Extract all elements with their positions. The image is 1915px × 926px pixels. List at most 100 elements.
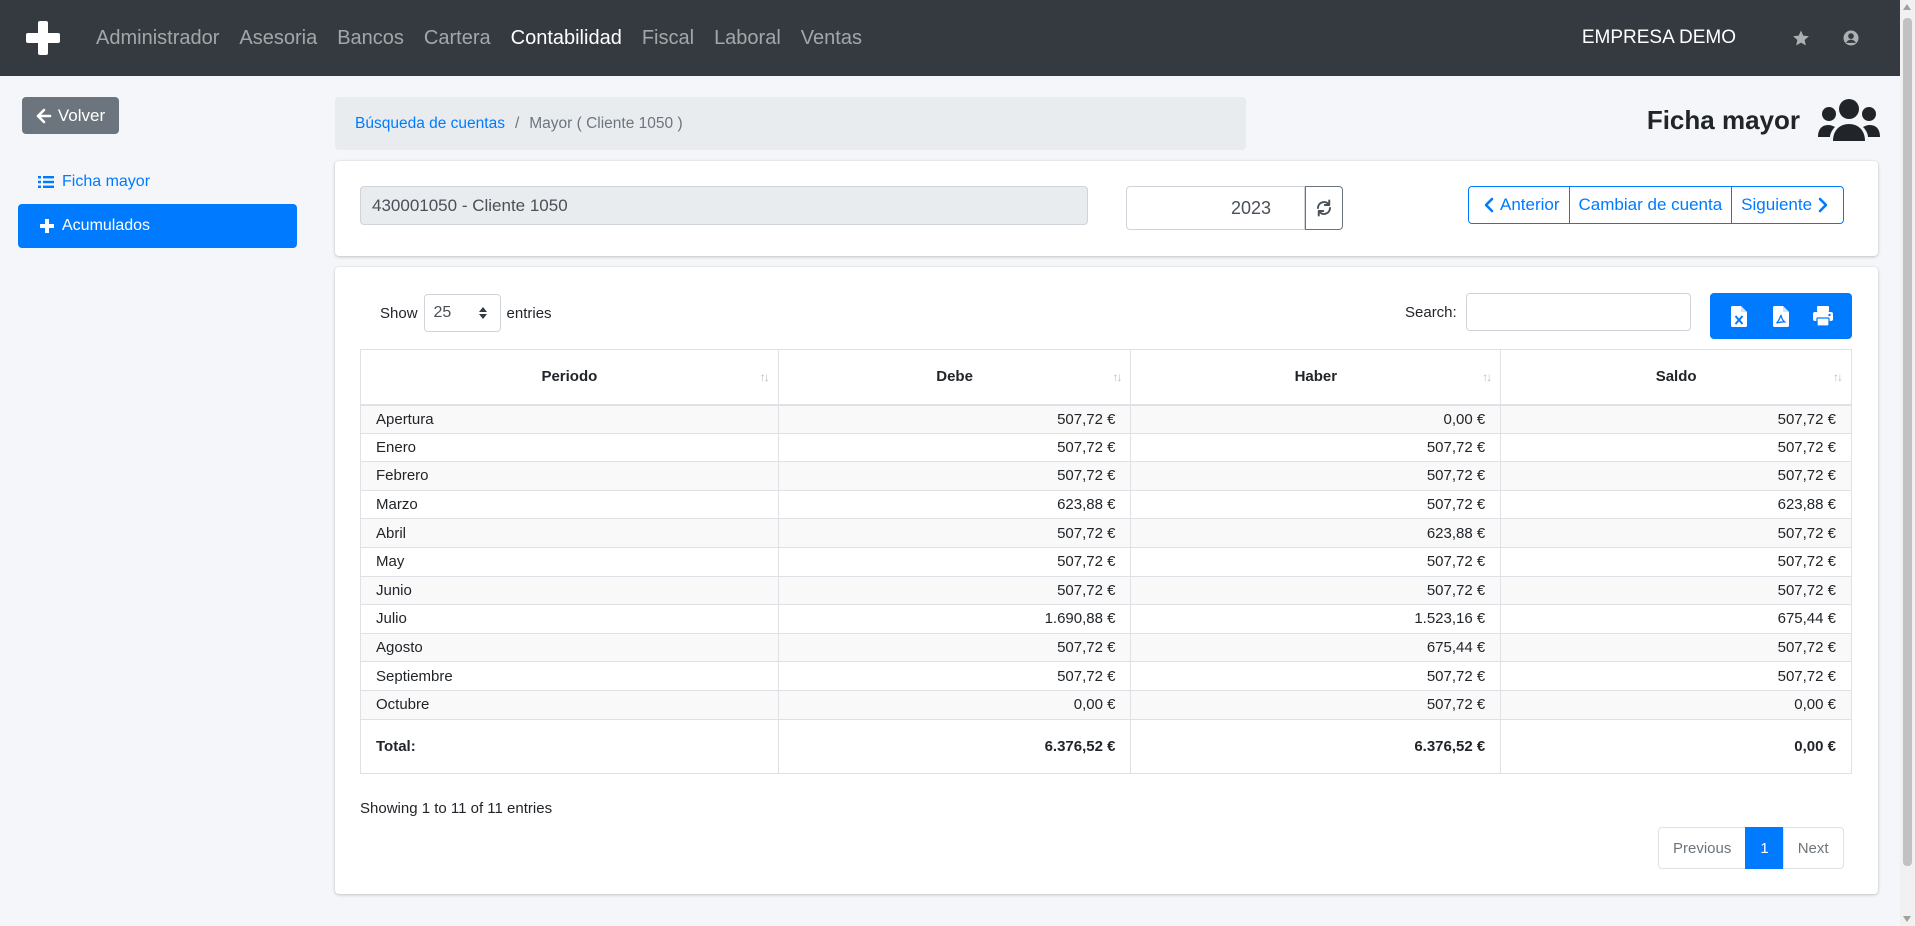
chevron-left-icon [1484, 197, 1494, 213]
navbar-right: EMPRESA DEMO [1582, 0, 1900, 76]
cell-haber: 507,72 € [1130, 461, 1502, 491]
cell-haber: 507,72 € [1130, 489, 1502, 520]
cell-haber: 675,44 € [1130, 632, 1502, 663]
export-pdf-button[interactable] [1763, 298, 1799, 334]
entries-label: entries [506, 304, 552, 322]
nav-link-asesoria[interactable]: Asesoria [229, 27, 327, 50]
file-pdf-icon [1773, 305, 1789, 327]
column-header-debe[interactable]: Debe ↑↓ [777, 349, 1132, 406]
sort-icon: ↑↓ [1833, 370, 1843, 384]
column-header-haber[interactable]: Haber ↑↓ [1130, 349, 1502, 406]
breadcrumb-link-busqueda[interactable]: Búsqueda de cuentas [355, 115, 505, 133]
scroll-thumb[interactable] [1903, 18, 1912, 866]
cell-saldo: 507,72 € [1500, 404, 1852, 434]
company-name[interactable]: EMPRESA DEMO [1582, 27, 1736, 49]
sidebar-item-ficha-mayor[interactable]: Ficha mayor [18, 160, 297, 204]
table-row: Febrero 507,72 € 507,72 € 507,72 € [360, 461, 1852, 491]
cell-debe: 0,00 € [777, 689, 1132, 720]
total-debe: 6.376,52 € [777, 719, 1132, 774]
pagination-page-1[interactable]: 1 [1745, 827, 1784, 869]
cell-saldo: 507,72 € [1500, 575, 1852, 606]
back-button[interactable]: Volver [22, 97, 119, 134]
cell-debe: 507,72 € [777, 404, 1132, 434]
sidebar-item-label: Ficha mayor [62, 173, 151, 190]
column-header-periodo[interactable]: Periodo ↑↓ [360, 349, 779, 406]
year-input[interactable]: 2023 [1126, 186, 1305, 230]
nav-link-bancos[interactable]: Bancos [327, 27, 414, 50]
refresh-icon [1317, 199, 1331, 217]
breadcrumb-current: Mayor ( Cliente 1050 ) [529, 114, 683, 132]
table-row: Abril 507,72 € 623,88 € 507,72 € [360, 518, 1852, 548]
cell-debe: 507,72 € [777, 575, 1132, 606]
cell-saldo: 507,72 € [1500, 661, 1852, 691]
search-label: Search: [1405, 303, 1457, 321]
table-row: Junio 507,72 € 507,72 € 507,72 € [360, 575, 1852, 606]
cell-haber: 623,88 € [1130, 518, 1502, 548]
cell-periodo: Enero [360, 432, 779, 463]
table-row: Apertura 507,72 € 0,00 € 507,72 € [360, 404, 1852, 434]
table-row: May 507,72 € 507,72 € 507,72 € [360, 546, 1852, 577]
accumulated-table-card: Show 25 entries Search: Periodo ↑↓ Debe ↑↓ [335, 267, 1878, 894]
scroll-down-icon[interactable] [1903, 916, 1911, 922]
page-title: Ficha mayor [1646, 104, 1800, 135]
cell-periodo: May [360, 546, 779, 577]
cell-periodo: Abril [360, 518, 779, 548]
table-row: Enero 507,72 € 507,72 € 507,72 € [360, 432, 1852, 463]
user-circle-icon[interactable] [1838, 25, 1864, 51]
nav-link-fiscal[interactable]: Fiscal [632, 27, 704, 50]
change-account-button[interactable]: Cambiar de cuenta [1568, 186, 1733, 224]
next-account-button[interactable]: Siguiente [1731, 186, 1845, 224]
main-menu: Administrador Asesoria Bancos Cartera Co… [86, 0, 872, 76]
show-label: Show [380, 304, 418, 322]
table-row: Marzo 623,88 € 507,72 € 623,88 € [360, 489, 1852, 520]
cell-haber: 0,00 € [1130, 404, 1502, 434]
accumulated-table: Periodo ↑↓ Debe ↑↓ Haber ↑↓ Saldo ↑↓ Apertur… [360, 349, 1852, 774]
nav-link-ventas[interactable]: Ventas [791, 27, 872, 50]
cell-haber: 507,72 € [1130, 689, 1502, 720]
cell-haber: 507,72 € [1130, 546, 1502, 577]
table-info: Showing 1 to 11 of 11 entries [360, 800, 553, 817]
export-buttons [1710, 293, 1852, 339]
cell-haber: 507,72 € [1130, 661, 1502, 691]
entries-length: Show 25 entries [380, 294, 552, 332]
previous-account-button[interactable]: Anterior [1468, 186, 1570, 224]
brand-logo[interactable] [0, 0, 86, 76]
sidebar-item-label: Acumulados [62, 217, 151, 234]
cell-haber: 507,72 € [1130, 575, 1502, 606]
pagination-next[interactable]: Next [1782, 827, 1844, 869]
search-input[interactable] [1465, 293, 1691, 331]
nav-link-administrador[interactable]: Administrador [86, 27, 229, 50]
page-scrollbar[interactable] [1900, 0, 1915, 926]
nav-link-contabilidad[interactable]: Contabilidad [501, 27, 632, 50]
account-field[interactable]: 430001050 - Cliente 1050 [360, 186, 1088, 225]
table-row: Septiembre 507,72 € 507,72 € 507,72 € [360, 661, 1852, 691]
entries-select[interactable]: 25 [423, 294, 501, 332]
account-filter-card: 430001050 - Cliente 1050 2023 Anterior C… [335, 161, 1878, 256]
column-label: Debe [936, 368, 973, 386]
cell-debe: 507,72 € [777, 546, 1132, 577]
print-button[interactable] [1805, 298, 1841, 334]
back-button-label: Volver [57, 105, 106, 125]
cell-saldo: 0,00 € [1500, 689, 1852, 720]
sidebar-item-acumulados[interactable]: Acumulados [18, 204, 297, 248]
table-row: Octubre 0,00 € 507,72 € 0,00 € [360, 689, 1852, 720]
pagination: Previous 1 Next [1658, 827, 1844, 869]
column-label: Periodo [541, 368, 598, 386]
cell-periodo: Agosto [360, 632, 779, 663]
plus-icon [40, 219, 54, 233]
refresh-button[interactable] [1305, 186, 1343, 230]
total-saldo: 0,00 € [1500, 719, 1852, 774]
cell-debe: 507,72 € [777, 632, 1132, 663]
nav-link-laboral[interactable]: Laboral [704, 27, 791, 50]
column-header-saldo[interactable]: Saldo ↑↓ [1500, 349, 1852, 406]
scroll-up-icon[interactable] [1903, 4, 1911, 10]
pagination-previous[interactable]: Previous [1658, 827, 1747, 869]
column-label: Haber [1294, 368, 1338, 386]
sort-icon: ↑↓ [1482, 370, 1492, 384]
star-icon[interactable] [1788, 25, 1814, 51]
export-excel-button[interactable] [1721, 298, 1757, 334]
nav-link-cartera[interactable]: Cartera [414, 27, 501, 50]
table-header-row: Periodo ↑↓ Debe ↑↓ Haber ↑↓ Saldo ↑↓ [360, 349, 1852, 406]
table-search: Search: [1405, 293, 1691, 331]
cell-periodo: Septiembre [360, 661, 779, 691]
